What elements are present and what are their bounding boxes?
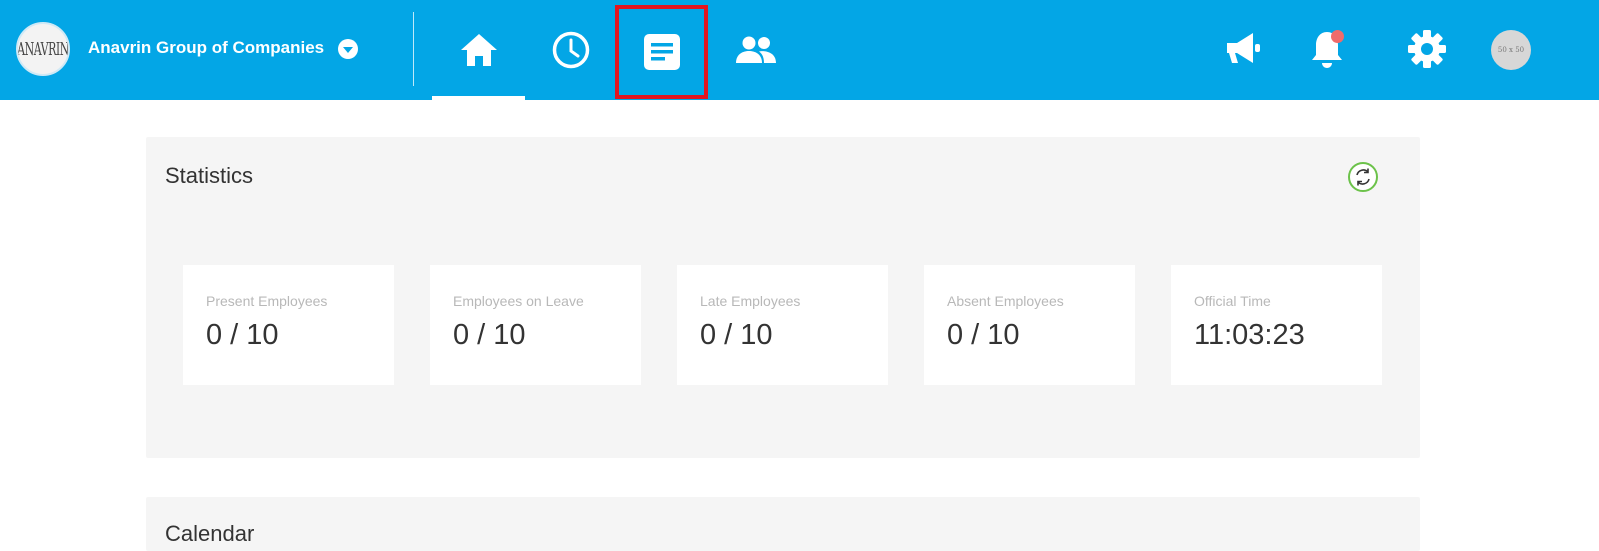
refresh-icon <box>1356 168 1370 186</box>
stat-card-present: Present Employees 0 / 10 <box>183 265 394 385</box>
settings-button[interactable] <box>1404 26 1450 72</box>
statistics-title: Statistics <box>165 163 254 188</box>
stat-label: Present Employees <box>206 293 328 309</box>
tab-attendance[interactable] <box>524 0 617 100</box>
stat-label: Late Employees <box>700 293 801 309</box>
official-time-clock: 11:03:23 <box>1194 319 1305 351</box>
stat-value: 0 / 10 <box>206 319 279 351</box>
stat-card-on-leave: Employees on Leave 0 / 10 <box>430 265 641 385</box>
gear-icon <box>1408 30 1446 68</box>
stat-value: 0 / 10 <box>700 319 773 351</box>
notifications-button[interactable] <box>1304 26 1350 72</box>
avatar-placeholder-text: 50 x 50 <box>1497 46 1525 54</box>
top-navigation-bar: ANAVRIN Anavrin Group of Companies 50 x … <box>0 0 1599 100</box>
company-name[interactable]: Anavrin Group of Companies <box>88 38 324 58</box>
stat-label: Employees on Leave <box>453 293 584 309</box>
nav-divider <box>413 12 414 86</box>
home-icon <box>460 34 497 66</box>
stat-card-late: Late Employees 0 / 10 <box>677 265 888 385</box>
tab-employees[interactable] <box>709 0 802 100</box>
calendar-title: Calendar <box>165 521 255 546</box>
stat-label: Absent Employees <box>947 293 1064 309</box>
tab-home[interactable] <box>432 0 525 100</box>
logo-text: ANAVRIN <box>17 38 69 60</box>
tab-reports[interactable] <box>615 5 708 99</box>
announcements-button[interactable] <box>1220 26 1266 72</box>
people-icon <box>735 36 776 63</box>
refresh-button[interactable] <box>1348 162 1378 192</box>
statistics-panel: Statistics Present Employees 0 / 10 Empl… <box>146 137 1420 458</box>
avatar[interactable]: 50 x 50 <box>1491 30 1531 70</box>
stat-value: 0 / 10 <box>947 319 1020 351</box>
stat-value: 0 / 10 <box>453 319 526 351</box>
clock-icon <box>552 31 589 69</box>
megaphone-icon <box>1227 33 1260 63</box>
calendar-panel: Calendar <box>146 497 1420 551</box>
stat-label: Official Time <box>1194 293 1271 309</box>
chevron-down-icon[interactable] <box>338 39 358 59</box>
stat-card-official-time: Official Time 11:03:23 <box>1171 265 1382 385</box>
notification-badge <box>1331 30 1344 43</box>
stat-card-absent: Absent Employees 0 / 10 <box>924 265 1135 385</box>
document-icon <box>643 34 680 70</box>
company-logo[interactable]: ANAVRIN <box>16 22 70 76</box>
